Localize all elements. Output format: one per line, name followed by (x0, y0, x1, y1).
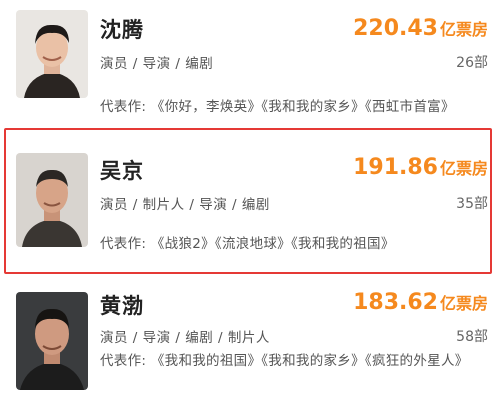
actor-name: 沈腾 (100, 18, 144, 42)
representative-works: 代表作: 《战狼2》《流浪地球》《我和我的祖国》 (100, 236, 395, 252)
box-office: 191.86 亿票房 (353, 155, 488, 180)
film-count: 26部 (456, 55, 488, 71)
box-office: 220.43 亿票房 (353, 16, 488, 41)
box-office-value: 183.62 (353, 290, 438, 315)
box-office-unit: 亿票房 (439, 294, 488, 313)
box-office-value: 191.86 (353, 155, 438, 180)
actor-name: 吴京 (100, 159, 144, 183)
actor-card[interactable]: 吴京 191.86 亿票房 演员 / 制片人 / 导演 / 编剧 35部 代表作:… (0, 137, 500, 271)
actor-roles: 演员 / 导演 / 编剧 / 制片人 (100, 330, 270, 346)
box-office-value: 220.43 (353, 16, 438, 41)
actor-roles: 演员 / 制片人 / 导演 / 编剧 (100, 197, 270, 213)
box-office: 183.62 亿票房 (353, 290, 488, 315)
avatar (16, 153, 88, 247)
representative-works: 代表作: 《我和我的祖国》《我和我的家乡》《疯狂的外星人》 (100, 353, 469, 369)
actor-roles: 演员 / 导演 / 编剧 (100, 56, 214, 72)
box-office-unit: 亿票房 (439, 159, 488, 178)
actor-name: 黄渤 (100, 294, 144, 318)
actor-card[interactable]: 黄渤 183.62 亿票房 演员 / 导演 / 编剧 / 制片人 58部 代表作:… (0, 284, 500, 414)
film-count: 35部 (456, 196, 488, 212)
representative-works: 代表作: 《你好，李焕英》《我和我的家乡》《西虹市首富》 (100, 99, 455, 115)
actor-card[interactable]: 沈腾 220.43 亿票房 演员 / 导演 / 编剧 26部 代表作: 《你好，李… (0, 0, 500, 134)
box-office-unit: 亿票房 (439, 20, 488, 39)
film-count: 58部 (456, 329, 488, 345)
avatar (16, 292, 88, 390)
avatar (16, 10, 88, 98)
